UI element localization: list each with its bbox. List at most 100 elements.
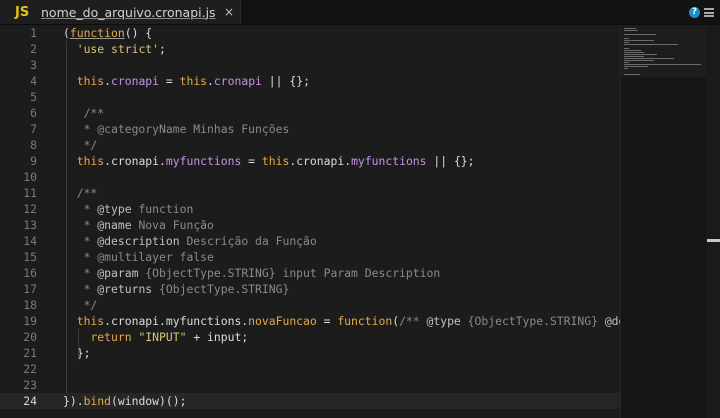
code-line[interactable]: 10 — [0, 169, 620, 185]
code-text: (function() { — [63, 25, 152, 41]
line-number: 9 — [30, 154, 37, 168]
minimap-line — [624, 64, 701, 65]
code-line[interactable]: 7 * @categoryName Minhas Funções — [0, 121, 620, 137]
menu-icon[interactable] — [704, 8, 714, 17]
code-text: }; — [63, 345, 91, 361]
code-line[interactable]: 3 — [0, 57, 620, 73]
code-line[interactable]: 8 */ — [0, 137, 620, 153]
line-number: 5 — [30, 90, 37, 104]
minimap-line — [624, 34, 656, 35]
minimap-line — [624, 42, 629, 43]
code-token: . — [104, 74, 112, 88]
code-token: /** — [399, 314, 427, 328]
code-line[interactable]: 11 /** — [0, 185, 620, 201]
code-line[interactable]: 9 this.cronapi.myfunctions = this.cronap… — [0, 153, 620, 169]
line-number: 11 — [23, 186, 37, 200]
line-number: 16 — [23, 266, 37, 280]
code-token: {ObjectType.STRING} — [152, 282, 290, 296]
tab-bar: JS nome_do_arquivo.cronapi.js × ? — [0, 0, 720, 25]
line-number: 18 — [23, 298, 37, 312]
code-line[interactable]: 24}).bind(window)(); — [0, 393, 620, 409]
code-token: = — [159, 74, 180, 88]
code-line[interactable]: 1 (function() { — [0, 25, 620, 41]
minimap-viewport[interactable] — [621, 25, 707, 77]
code-text: */ — [63, 137, 98, 153]
line-number: 14 — [23, 234, 37, 248]
minimap-line — [624, 56, 644, 57]
code-token: function — [337, 314, 393, 328]
scrollbar-thumb[interactable] — [707, 239, 720, 242]
code-text: * @description Descrição da Função — [63, 233, 317, 249]
code-token: * @multilayer false — [63, 250, 214, 264]
code-token: this — [76, 154, 105, 168]
minimap[interactable] — [620, 25, 707, 418]
code-token: (window)(); — [111, 394, 187, 408]
tab-title: nome_do_arquivo.cronapi.js — [41, 4, 216, 20]
code-text: * @type function — [63, 201, 194, 217]
code-token: ; — [159, 42, 166, 56]
code-token: {ObjectType.STRING} — [460, 314, 605, 328]
minimap-line — [624, 38, 629, 39]
code-token: bind — [83, 394, 112, 408]
code-line[interactable]: 13 * @name Nova Função — [0, 217, 620, 233]
code-token: * — [63, 202, 98, 216]
code-token: novaFuncao — [248, 314, 317, 328]
code-token: Nova Função — [131, 218, 214, 232]
code-token: */ — [63, 138, 98, 152]
minimap-line — [624, 58, 674, 59]
minimap-line — [624, 52, 644, 53]
tab-file[interactable]: JS nome_do_arquivo.cronapi.js × — [0, 0, 241, 24]
code-line[interactable]: 15 * @multilayer false — [0, 249, 620, 265]
code-token: this — [179, 74, 208, 88]
code-token: this — [261, 154, 290, 168]
minimap-line — [624, 60, 654, 61]
code-token: function — [131, 202, 194, 216]
code-line[interactable]: 6 /** — [0, 105, 620, 121]
code-line[interactable]: 17 * @returns {ObjectType.STRING} — [0, 281, 620, 297]
code-line[interactable]: 16 * @param {ObjectType.STRING} input Pa… — [0, 265, 620, 281]
close-icon[interactable]: × — [224, 5, 234, 19]
code-line[interactable]: 12 * @type function — [0, 201, 620, 217]
code-line[interactable]: 14 * @description Descrição da Função — [0, 233, 620, 249]
code-token: || {}; — [261, 74, 310, 88]
line-number: 8 — [30, 138, 37, 152]
code-token: */ — [63, 298, 98, 312]
code-line[interactable]: 21 }; — [0, 345, 620, 361]
code-token: @name — [97, 218, 132, 232]
minimap-line — [624, 48, 629, 49]
code-text: /** — [63, 185, 98, 201]
code-token: () { — [124, 26, 153, 40]
code-token: {ObjectType.STRING} input Param Descript… — [138, 266, 441, 280]
code-line[interactable]: 23 — [0, 377, 620, 393]
line-number: 19 — [23, 314, 37, 328]
code-line[interactable]: 22 — [0, 361, 620, 377]
code-editor[interactable]: 1 (function() {2 'use strict'; 3 4 this.cro… — [0, 25, 620, 418]
code-token: || {}; — [426, 154, 475, 168]
minimap-line — [624, 40, 654, 41]
help-icon[interactable]: ? — [689, 7, 700, 18]
code-token: * @categoryName Minhas Funções — [63, 122, 290, 136]
line-number: 10 — [23, 170, 37, 184]
minimap-line — [624, 74, 640, 75]
code-token: * — [63, 234, 98, 248]
code-line[interactable]: 19 this.cronapi.myfunctions.novaFuncao =… — [0, 313, 620, 329]
code-line[interactable]: 5 — [0, 89, 620, 105]
code-line[interactable]: 2 'use strict'; — [0, 41, 620, 57]
line-number: 4 — [30, 74, 37, 88]
line-number: 20 — [23, 330, 37, 344]
line-number: 2 — [30, 42, 37, 56]
minimap-line — [624, 68, 628, 69]
code-line[interactable]: 18 */ — [0, 297, 620, 313]
indent-guide — [66, 41, 67, 393]
code-line[interactable]: 4 this.cronapi = this.cronapi || {}; — [0, 73, 620, 89]
line-number: 17 — [23, 282, 37, 296]
code-token: + input; — [186, 330, 249, 344]
vertical-scrollbar[interactable] — [706, 25, 720, 418]
code-token: cronapi — [111, 74, 160, 88]
code-text: this.cronapi.myfunctions = this.cronapi.… — [63, 153, 475, 169]
code-text: this.cronapi = this.cronapi || {}; — [63, 73, 310, 89]
code-line[interactable]: 20 return "INPUT" + input; — [0, 329, 620, 345]
code-text: */ — [63, 297, 98, 313]
code-token: @descr — [604, 314, 620, 328]
code-token: myfunctions — [165, 154, 242, 168]
